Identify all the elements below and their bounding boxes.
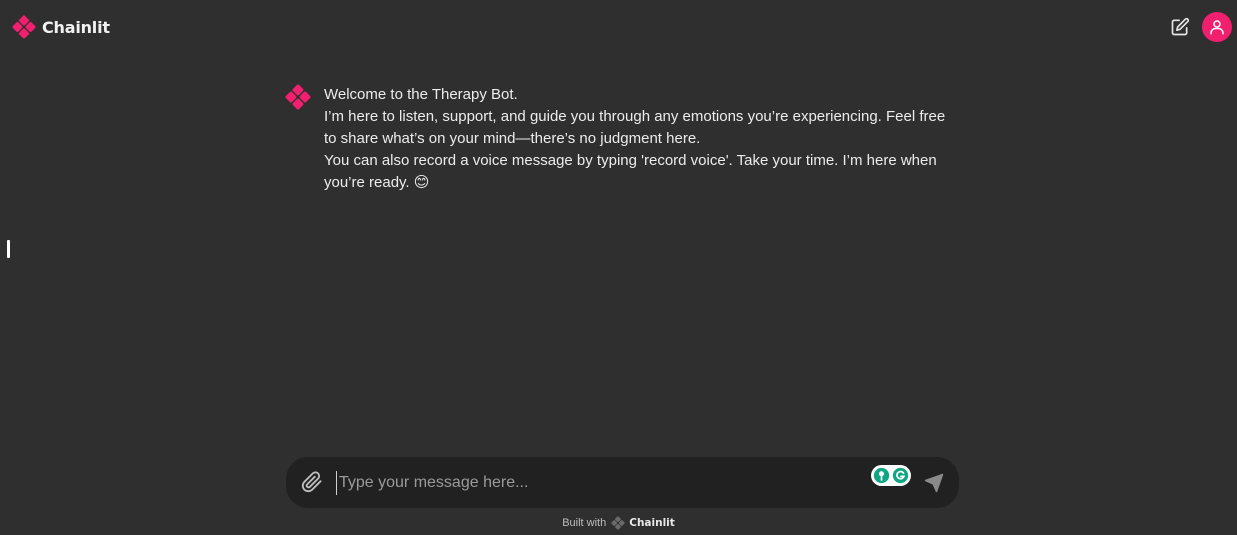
send-icon	[924, 473, 944, 493]
brand-name: Chainlit	[42, 17, 110, 37]
sidebar-resize-handle[interactable]	[7, 240, 10, 258]
brand[interactable]: Chainlit	[12, 14, 110, 40]
footer-chainlit-link[interactable]: Chainlit	[611, 516, 675, 530]
assistant-avatar-icon	[285, 84, 311, 110]
message-composer	[286, 457, 959, 508]
user-icon	[1210, 20, 1224, 35]
paperclip-icon	[301, 471, 322, 493]
message-line: Welcome to the Therapy Bot.	[324, 86, 518, 103]
new-chat-button[interactable]	[1167, 14, 1193, 40]
header: Chainlit	[0, 0, 1237, 54]
footer: Built with Chainlit	[0, 514, 1237, 532]
chainlit-logo-icon	[611, 516, 625, 530]
attach-file-button[interactable]	[300, 470, 324, 494]
message-line: You can also record a voice message by t…	[324, 152, 937, 191]
pencil-square-icon	[1171, 17, 1190, 36]
footer-built-with: Built with	[562, 517, 607, 529]
message-line: I’m here to listen, support, and guide y…	[324, 108, 946, 147]
grammarly-icon	[892, 467, 909, 484]
message-input[interactable]	[336, 471, 861, 495]
grammarly-button[interactable]	[871, 465, 911, 486]
grammarly-assist-icon	[873, 467, 890, 484]
send-button[interactable]	[922, 471, 946, 495]
message-body: Welcome to the Therapy Bot. I’m here to …	[324, 84, 954, 194]
chainlit-logo-icon	[12, 15, 36, 39]
footer-brand: Chainlit	[629, 517, 675, 529]
app-root: Chainlit Welcome to the Therapy Bot. I’m…	[0, 0, 1237, 535]
user-avatar-button[interactable]	[1202, 12, 1232, 42]
